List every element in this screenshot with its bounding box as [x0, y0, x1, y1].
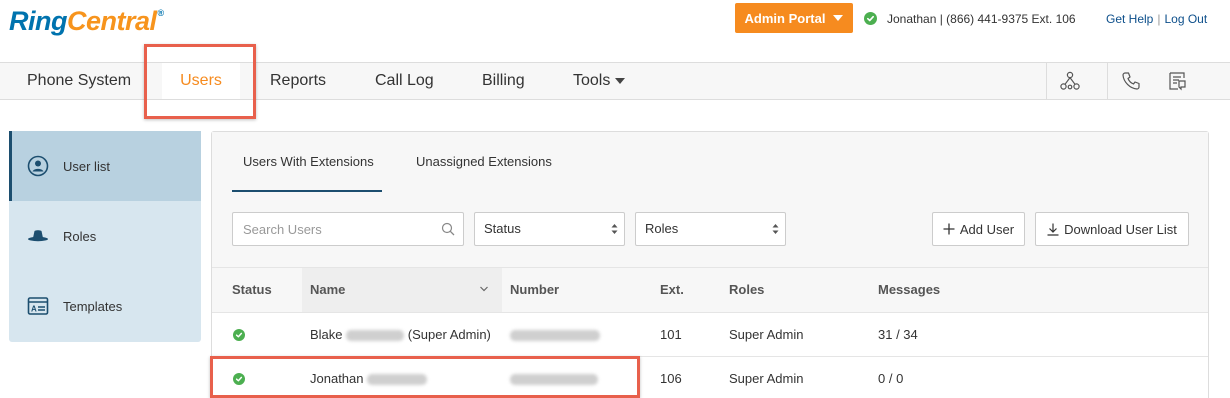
nav-call-log[interactable]: Call Log — [375, 63, 434, 99]
nav-billing[interactable]: Billing — [482, 63, 525, 99]
sidebar-item-templates[interactable]: A Templates — [9, 271, 201, 341]
search-users-field[interactable] — [232, 212, 464, 246]
logo-ring-text: Ring — [9, 6, 68, 36]
tab-unassigned-extensions[interactable]: Unassigned Extensions — [416, 154, 552, 169]
phone-button[interactable] — [1107, 63, 1153, 99]
hat-icon — [27, 225, 49, 247]
plus-icon — [943, 223, 955, 235]
user-name-cell[interactable]: Jonathan — [310, 357, 428, 398]
template-icon: A — [27, 295, 49, 317]
panel-toolbar: Users With Extensions Unassigned Extensi… — [212, 132, 1208, 267]
table-row[interactable]: Jonathan 106 Super Admin 0 / 0 — [212, 357, 1208, 398]
phone-icon — [1121, 72, 1140, 90]
nav-reports[interactable]: Reports — [270, 63, 326, 99]
column-header-name[interactable]: Name — [310, 268, 345, 312]
user-number-cell — [510, 357, 598, 398]
nav-phone-system[interactable]: Phone System — [27, 63, 131, 99]
link-separator: | — [1157, 12, 1161, 26]
column-header-status[interactable]: Status — [232, 268, 272, 312]
user-ext-cell: 101 — [660, 327, 682, 342]
logo-central-text: Central — [67, 6, 157, 36]
column-header-roles[interactable]: Roles — [729, 268, 764, 312]
user-list-panel: Users With Extensions Unassigned Extensi… — [211, 131, 1209, 398]
roles-filter-select[interactable]: Roles — [635, 212, 786, 246]
get-help-link[interactable]: Get Help — [1106, 12, 1153, 26]
search-input[interactable] — [233, 213, 423, 245]
status-active-icon — [233, 373, 245, 385]
column-header-messages[interactable]: Messages — [878, 268, 940, 312]
sidebar-item-label: Templates — [63, 298, 123, 314]
user-role-cell: Super Admin — [729, 371, 804, 386]
user-messages-cell: 0 / 0 — [878, 371, 904, 386]
admin-portal-button[interactable]: Admin Portal — [735, 3, 853, 33]
download-icon — [1047, 223, 1059, 236]
status-filter-select[interactable]: Status — [474, 212, 625, 246]
logo-registered-mark: ® — [157, 8, 165, 18]
add-user-label: Add User — [959, 221, 1015, 237]
current-user-info: Jonathan | (866) 441-9375 Ext. 106 — [887, 12, 1076, 26]
status-active-icon — [233, 329, 245, 341]
user-role-suffix: (Super Admin) — [407, 327, 491, 342]
nav-tools-label: Tools — [573, 72, 611, 89]
select-arrows-icon — [772, 224, 779, 234]
org-chart-button[interactable] — [1046, 63, 1092, 99]
main-nav: Phone System Users Reports Call Log Bill… — [0, 62, 1230, 100]
chevron-down-icon — [833, 15, 844, 21]
user-role-cell: Super Admin — [729, 327, 804, 342]
redacted-number — [510, 330, 600, 342]
fax-icon — [1169, 72, 1186, 91]
user-number-cell — [510, 313, 600, 357]
user-circle-icon — [27, 155, 49, 177]
active-tab-indicator — [232, 190, 382, 192]
org-chart-icon — [1059, 71, 1080, 90]
sidebar-item-roles[interactable]: Roles — [9, 201, 201, 271]
user-first-name: Blake — [310, 327, 343, 342]
select-arrows-icon — [611, 224, 618, 234]
admin-portal-label: Admin Portal — [744, 10, 826, 26]
redacted-last-name — [367, 374, 428, 386]
search-icon — [441, 222, 455, 236]
nav-users[interactable]: Users — [162, 63, 240, 99]
sidebar-item-user-list[interactable]: User list — [9, 131, 201, 201]
log-out-link[interactable]: Log Out — [1164, 12, 1207, 26]
user-first-name: Jonathan — [310, 371, 364, 386]
nav-tools[interactable]: Tools — [573, 63, 626, 99]
chevron-down-icon[interactable] — [479, 284, 489, 294]
sidebar-item-label: Roles — [63, 228, 97, 244]
column-header-number[interactable]: Number — [510, 268, 559, 312]
user-messages-cell: 31 / 34 — [878, 327, 918, 342]
download-user-list-button[interactable]: Download User List — [1035, 212, 1189, 246]
table-row[interactable]: Blake (Super Admin) 101 Super Admin 31 /… — [212, 313, 1208, 357]
chevron-down-icon — [615, 77, 626, 84]
svg-text:A: A — [31, 305, 37, 314]
roles-filter-value: Roles — [645, 221, 679, 236]
add-user-button[interactable]: Add User — [932, 212, 1025, 246]
column-header-ext[interactable]: Ext. — [660, 268, 684, 312]
ringcentral-logo[interactable]: RingCentral® — [9, 6, 164, 37]
status-filter-value: Status — [484, 221, 521, 236]
tab-users-with-extensions[interactable]: Users With Extensions — [243, 154, 374, 169]
help-links: Get Help | Log Out — [1106, 12, 1207, 26]
sidebar: User list Roles A Templates — [9, 131, 201, 342]
sidebar-item-label: User list — [63, 158, 110, 174]
table-header: Status Name Number Ext. Roles Messages — [212, 267, 1208, 313]
redacted-last-name — [346, 330, 405, 342]
online-status-icon — [864, 12, 877, 25]
fax-button[interactable] — [1154, 63, 1200, 99]
download-user-list-label: Download User List — [1064, 221, 1177, 237]
user-name-cell[interactable]: Blake (Super Admin) — [310, 313, 491, 357]
app-header: RingCentral® Admin Portal Jonathan | (86… — [0, 0, 1230, 62]
user-ext-cell: 106 — [660, 371, 682, 386]
redacted-number — [510, 374, 598, 386]
